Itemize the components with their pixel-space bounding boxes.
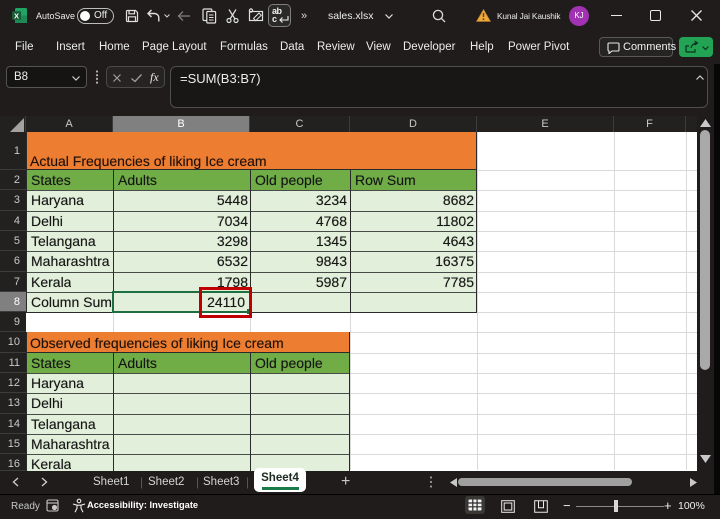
svg-text:X: X [14,11,19,20]
